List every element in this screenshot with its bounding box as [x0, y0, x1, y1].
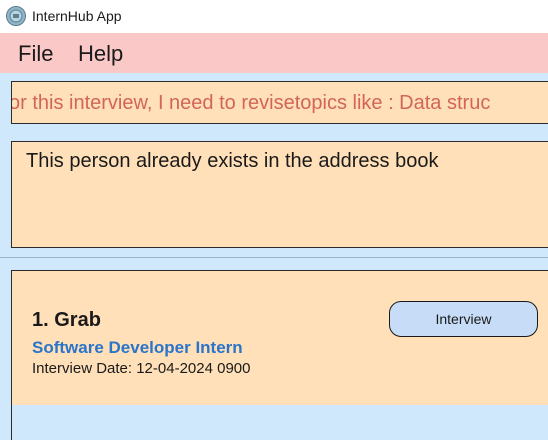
result-display: This person already exists in the addres… [11, 141, 548, 248]
panel-divider [0, 257, 548, 258]
command-input-text[interactable]: or this interview, I need to revisetopic… [12, 92, 490, 115]
menu-help[interactable]: Help [78, 41, 123, 67]
interview-date: Interview Date: 12-04-2024 0900 [32, 360, 251, 377]
menu-file[interactable]: File [18, 41, 53, 67]
window-title: InternHub App [32, 8, 122, 24]
app-logo-icon [6, 6, 26, 26]
list-item[interactable]: 1. Grab Software Developer Intern Interv… [12, 271, 548, 405]
company-title: 1. Grab [32, 309, 101, 331]
role-label: Software Developer Intern [32, 338, 243, 357]
menu-bar: File Help [0, 33, 548, 73]
command-input[interactable]: or this interview, I need to revisetopic… [11, 81, 548, 124]
title-bar: InternHub App [0, 0, 548, 33]
status-badge[interactable]: Interview [389, 301, 538, 337]
result-message: This person already exists in the addres… [26, 150, 439, 172]
